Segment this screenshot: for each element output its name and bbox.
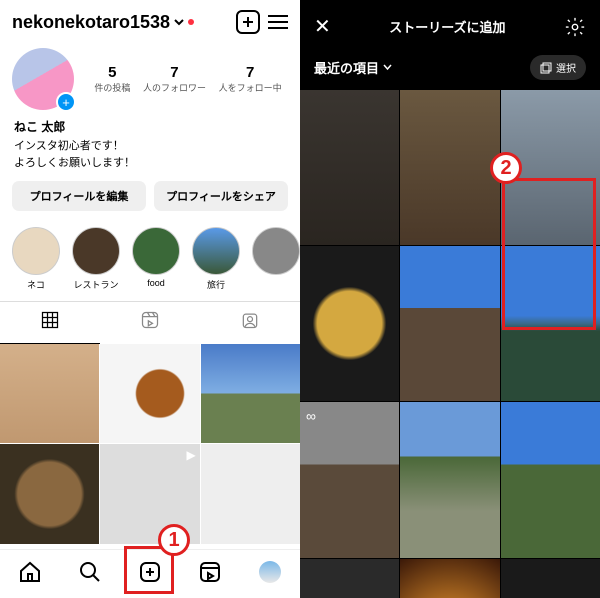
highlight-item[interactable]: レストラン (72, 227, 120, 291)
tagged-tab[interactable] (200, 302, 300, 344)
notification-dot-icon (188, 19, 194, 25)
search-button[interactable] (78, 560, 102, 584)
story-add-screen: ✕ ストーリーズに追加 最近の項目 選択 ∞ 2 (300, 0, 600, 598)
media-thumbnail[interactable] (300, 559, 399, 598)
profile-avatar[interactable]: + (12, 48, 74, 110)
stack-icon (540, 62, 552, 74)
post-thumbnail[interactable] (201, 444, 300, 543)
chevron-down-icon (382, 62, 393, 73)
followers-stat[interactable]: 7人のフォロワー (143, 64, 206, 94)
media-thumbnail[interactable] (400, 559, 499, 598)
chevron-down-icon (173, 16, 185, 28)
select-multiple-button[interactable]: 選択 (530, 55, 586, 80)
profile-avatar-small (259, 561, 281, 583)
reel-badge-icon: ▶ (186, 448, 195, 462)
story-title: ストーリーズに追加 (341, 17, 554, 36)
profile-nav-button[interactable] (258, 560, 282, 584)
media-thumbnail[interactable] (300, 246, 399, 401)
highlight-item[interactable]: 旅行 (192, 227, 240, 291)
highlights-row[interactable]: ネコ レストラン food 旅行 (0, 221, 300, 301)
media-thumbnail[interactable] (400, 90, 499, 245)
search-icon (78, 560, 102, 584)
reels-tab[interactable] (100, 302, 200, 344)
bio-line: よろしくお願いします！ (14, 155, 286, 172)
action-buttons: プロフィールを編集 プロフィールをシェア (0, 171, 300, 221)
grid-tab[interactable] (0, 302, 100, 344)
annotation-marker-2: 2 (490, 152, 522, 184)
reels-nav-button[interactable] (198, 560, 222, 584)
share-profile-button[interactable]: プロフィールをシェア (154, 181, 288, 211)
media-grid: ∞ (300, 90, 600, 598)
home-button[interactable] (18, 560, 42, 584)
create-button[interactable] (236, 10, 260, 34)
menu-button[interactable] (268, 15, 288, 29)
profile-info-row: + 5件の投稿 7人のフォロワー 7人をフォロー中 (0, 40, 300, 118)
recent-dropdown[interactable]: 最近の項目 (314, 58, 393, 77)
posts-grid: ▶ (0, 344, 300, 544)
media-thumbnail[interactable] (400, 402, 499, 557)
posts-stat[interactable]: 5件の投稿 (94, 64, 130, 94)
stats-row: 5件の投稿 7人のフォロワー 7人をフォロー中 (88, 64, 288, 94)
profile-tabs (0, 301, 300, 344)
story-header: ✕ ストーリーズに追加 (300, 0, 600, 49)
media-thumbnail[interactable] (501, 402, 600, 557)
home-icon (18, 560, 42, 584)
reels-icon (198, 560, 222, 584)
plus-icon (241, 15, 255, 29)
live-photo-icon: ∞ (306, 408, 316, 424)
bio-line: インスタ初心者です！ (14, 138, 286, 155)
post-thumbnail[interactable] (201, 344, 300, 443)
bio-section: ねこ 太郎 インスタ初心者です！ よろしくお願いします！ (0, 118, 300, 171)
post-thumbnail[interactable] (0, 444, 99, 543)
tagged-icon (240, 310, 260, 330)
highlight-item[interactable]: ネコ (12, 227, 60, 291)
reels-icon (140, 310, 160, 330)
post-thumbnail[interactable] (100, 344, 199, 443)
post-thumbnail[interactable] (0, 344, 99, 443)
username-dropdown[interactable]: nekonekotaro1538 (12, 12, 194, 33)
annotation-marker-1: 1 (158, 524, 190, 556)
highlight-item[interactable]: food (132, 227, 180, 291)
media-thumbnail[interactable]: ∞ (300, 402, 399, 557)
following-stat[interactable]: 7人をフォロー中 (219, 64, 282, 94)
edit-profile-button[interactable]: プロフィールを編集 (12, 181, 146, 211)
annotation-box-2 (502, 178, 596, 330)
settings-button[interactable] (564, 16, 586, 38)
grid-icon (40, 310, 60, 330)
profile-header: nekonekotaro1538 (0, 0, 300, 40)
add-story-badge[interactable]: + (56, 92, 76, 112)
highlight-item[interactable] (252, 227, 300, 291)
media-thumbnail[interactable] (300, 90, 399, 245)
display-name: ねこ 太郎 (14, 118, 286, 136)
story-subheader: 最近の項目 選択 (300, 49, 600, 90)
profile-screen: nekonekotaro1538 + 5件の投稿 7人のフォロワー 7人をフォロ… (0, 0, 300, 598)
username-text: nekonekotaro1538 (12, 12, 170, 33)
media-thumbnail[interactable] (501, 559, 600, 598)
close-button[interactable]: ✕ (314, 14, 331, 39)
media-thumbnail[interactable] (400, 246, 499, 401)
